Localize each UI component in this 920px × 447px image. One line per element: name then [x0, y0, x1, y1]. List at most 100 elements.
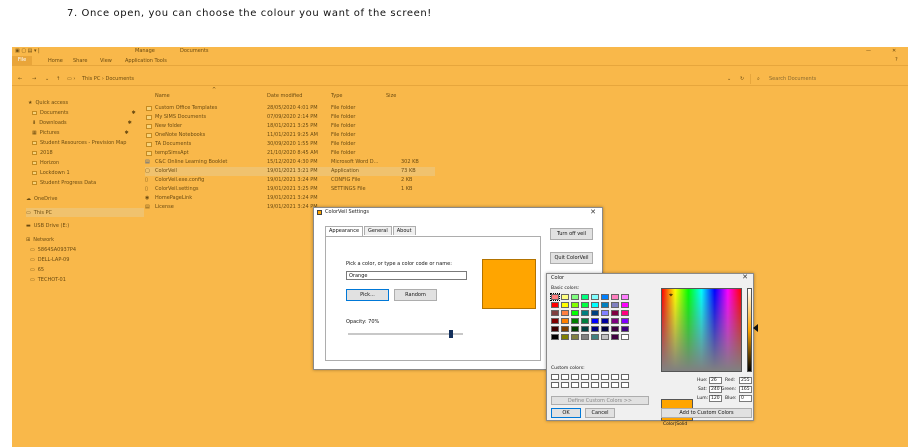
basic-color-swatch[interactable] [611, 294, 619, 300]
recent-chevron-icon[interactable]: ⌄ [45, 76, 49, 82]
ribbon-tab-home[interactable]: Home [48, 58, 63, 64]
file-row[interactable]: OneNote Notebooks 11/01/2021 9:25 AM File … [145, 131, 435, 140]
back-arrow-icon[interactable]: ← [18, 76, 22, 82]
ribbon-tab-application-tools[interactable]: Application Tools [125, 58, 167, 64]
file-row[interactable]: tempSimsApt 21/10/2020 8:45 AM File folder [145, 149, 435, 158]
file-row[interactable]: ▯ ColorVeil.settings 19/01/2021 3:25 PM SET… [145, 185, 435, 194]
file-row[interactable]: New folder 18/01/2021 3:25 PM File folder [145, 122, 435, 131]
window-close-icon[interactable]: ✕ [892, 48, 896, 54]
basic-color-swatch[interactable] [601, 302, 609, 308]
custom-color-slot[interactable] [601, 382, 609, 388]
basic-color-swatch[interactable] [571, 294, 579, 300]
basic-color-swatch[interactable] [591, 318, 599, 324]
basic-color-swatch[interactable] [611, 318, 619, 324]
basic-color-swatch[interactable] [621, 294, 629, 300]
basic-color-swatch[interactable] [571, 310, 579, 316]
basic-color-swatch[interactable] [551, 310, 559, 316]
basic-color-swatch[interactable] [561, 310, 569, 316]
basic-color-swatch[interactable] [571, 302, 579, 308]
custom-color-slot[interactable] [591, 382, 599, 388]
custom-color-slot[interactable] [611, 382, 619, 388]
quit-colorveil-button[interactable]: Quit ColorVeil [550, 252, 593, 264]
column-header-type[interactable]: Type [331, 93, 342, 99]
file-row-selected[interactable]: ▢ ColorVeil 19/01/2021 3:21 PM Application 7… [145, 167, 435, 176]
basic-color-swatch[interactable] [601, 310, 609, 316]
basic-color-swatch[interactable] [581, 294, 589, 300]
ribbon-tab-file[interactable]: File [12, 56, 32, 65]
nav-network-pc-3[interactable]: ▭ 65 [30, 267, 44, 273]
basic-color-swatch[interactable] [611, 334, 619, 340]
basic-color-swatch[interactable] [621, 310, 629, 316]
basic-color-swatch[interactable] [601, 318, 609, 324]
opacity-slider[interactable] [348, 330, 463, 338]
tab-appearance[interactable]: Appearance [325, 226, 364, 236]
luminosity-arrow-icon[interactable] [753, 324, 758, 332]
custom-color-slot[interactable] [591, 374, 599, 380]
basic-color-swatch[interactable] [601, 326, 609, 332]
blue-field[interactable]: 0 [739, 395, 752, 402]
custom-color-slot[interactable] [581, 374, 589, 380]
custom-color-slot[interactable] [611, 374, 619, 380]
turn-off-veil-button[interactable]: Turn off veil [550, 228, 593, 240]
nav-network-pc-2[interactable]: ▭ DELL-LAP-09 [30, 257, 69, 263]
custom-color-slot[interactable] [601, 374, 609, 380]
nav-onedrive[interactable]: ☁ OneDrive [26, 196, 58, 202]
basic-color-swatch[interactable] [581, 334, 589, 340]
custom-color-slot[interactable] [551, 374, 559, 380]
custom-color-slot[interactable] [571, 382, 579, 388]
basic-color-swatch[interactable] [591, 294, 599, 300]
quick-access-toolbar-icon[interactable]: ▣ ▢ ▤ ▾ | [15, 48, 40, 54]
opacity-slider-thumb[interactable] [449, 330, 453, 338]
basic-color-swatch[interactable] [561, 318, 569, 324]
basic-color-swatch[interactable] [551, 318, 559, 324]
basic-color-swatch[interactable] [581, 310, 589, 316]
up-arrow-icon[interactable]: ↑ [56, 76, 60, 82]
nav-this-pc[interactable]: ▭ This PC [26, 208, 144, 217]
custom-color-slot[interactable] [561, 382, 569, 388]
basic-color-swatch[interactable] [561, 302, 569, 308]
basic-color-swatch[interactable] [551, 326, 559, 332]
column-header-date[interactable]: Date modified [267, 93, 302, 99]
random-button[interactable]: Random [394, 289, 437, 301]
file-row[interactable]: ▤ C&C Online Learning Booklet 15/12/2020 4… [145, 158, 435, 167]
nav-horizon[interactable]: Horizon [32, 160, 59, 166]
basic-color-swatch[interactable] [571, 334, 579, 340]
basic-color-swatch[interactable] [621, 302, 629, 308]
file-row[interactable]: TA Documents 30/09/2020 1:55 PM File folde… [145, 140, 435, 149]
column-header-size[interactable]: Size [386, 93, 396, 99]
custom-color-slot[interactable] [621, 374, 629, 380]
custom-color-slot[interactable] [571, 374, 579, 380]
basic-color-swatch[interactable] [561, 294, 569, 300]
nav-documents[interactable]: Documents ✱ [32, 110, 136, 116]
custom-color-slot[interactable] [561, 374, 569, 380]
custom-color-slot[interactable] [581, 382, 589, 388]
basic-color-swatch[interactable] [611, 326, 619, 332]
add-to-custom-colors-button[interactable]: Add to Custom Colors [661, 408, 752, 418]
cancel-button[interactable]: Cancel [585, 408, 615, 418]
basic-color-swatch[interactable] [571, 318, 579, 324]
basic-color-swatch[interactable] [561, 334, 569, 340]
basic-color-swatch[interactable] [581, 318, 589, 324]
basic-color-swatch[interactable] [561, 326, 569, 332]
color-dialog-close-icon[interactable]: ✕ [742, 273, 748, 281]
nav-usb-drive[interactable]: ▬ USB Drive (E:) [26, 223, 69, 229]
nav-downloads[interactable]: ⬇ Downloads ✱ [32, 120, 132, 126]
basic-color-swatch[interactable] [571, 326, 579, 332]
basic-color-swatch[interactable] [621, 318, 629, 324]
search-box[interactable]: ⌕ Search Documents [750, 74, 908, 84]
basic-color-swatch[interactable] [551, 302, 559, 308]
basic-color-swatch[interactable] [601, 294, 609, 300]
basic-color-swatch[interactable] [591, 302, 599, 308]
red-field[interactable]: 255 [739, 377, 752, 384]
colorveil-close-icon[interactable]: ✕ [590, 208, 596, 216]
nav-quick-access[interactable]: ★ Quick access [28, 100, 68, 106]
help-icon[interactable]: ? [895, 57, 898, 63]
custom-color-slot[interactable] [551, 382, 559, 388]
nav-pictures[interactable]: ▦ Pictures ✱ [32, 130, 129, 136]
green-field[interactable]: 165 [739, 386, 752, 393]
ribbon-tab-view[interactable]: View [100, 58, 112, 64]
nav-network[interactable]: ⊞ Network [26, 237, 54, 243]
basic-color-swatch[interactable] [591, 326, 599, 332]
minimize-icon[interactable]: — [866, 48, 871, 54]
custom-color-slot[interactable] [621, 382, 629, 388]
